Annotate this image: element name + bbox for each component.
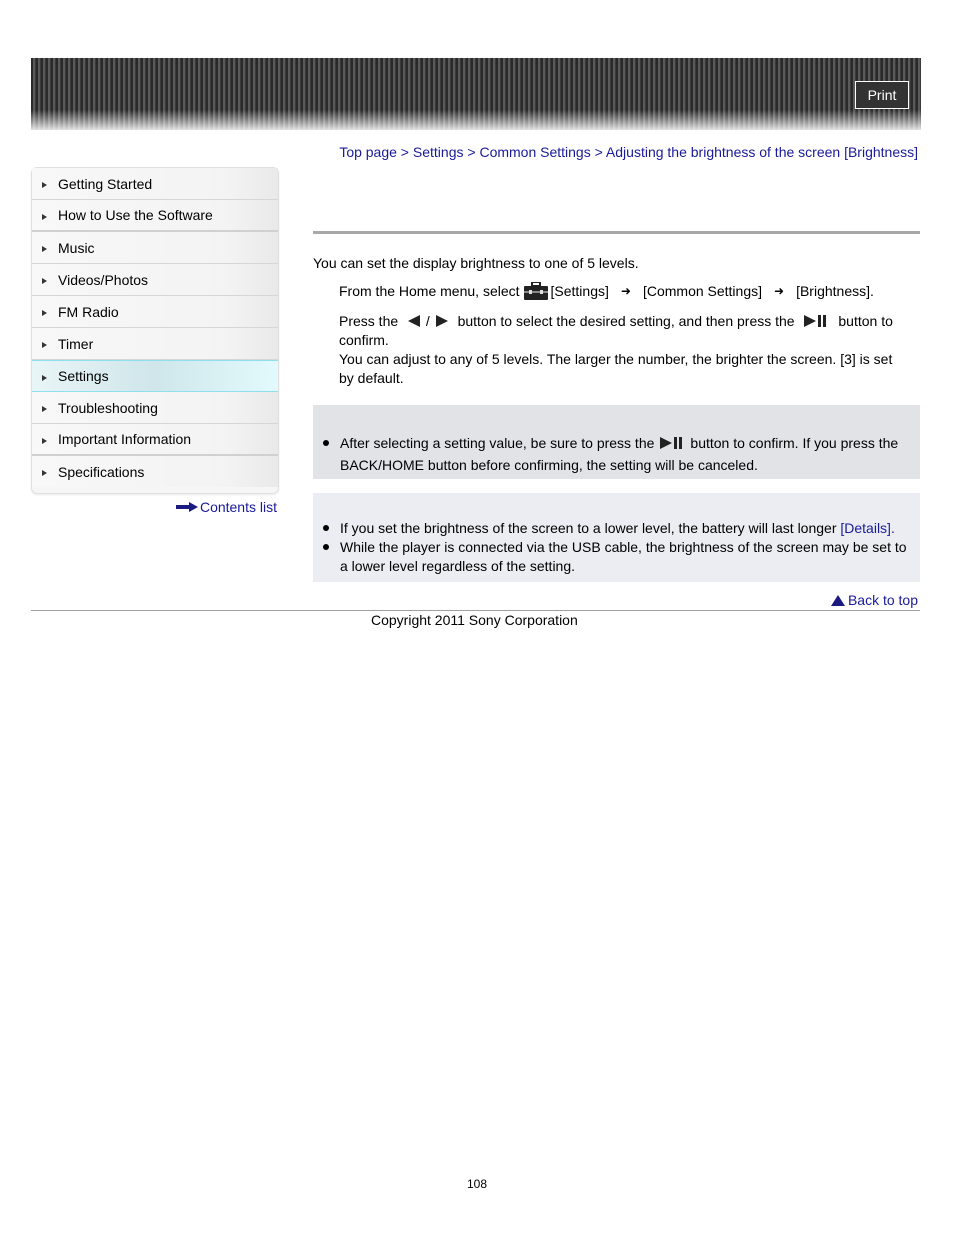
step-1-prefix: From the Home menu, select [339, 283, 520, 299]
play-pause-icon [660, 437, 683, 449]
sidebar-nav: Getting Started How to Use the Software … [31, 167, 279, 494]
breadcrumb: Top page > Settings > Common Settings > … [339, 144, 918, 160]
hint-item: If you set the brightness of the screen … [313, 519, 913, 538]
note-text-1: After selecting a setting value, be sure… [340, 435, 655, 451]
hint-period: . [890, 520, 895, 536]
hint-box: If you set the brightness of the screen … [313, 493, 920, 582]
step-2: Press the / button to select the desired… [339, 312, 909, 388]
note-list: After selecting a setting value, be sure… [313, 432, 913, 476]
sidebar-item-label: Important Information [58, 431, 192, 447]
step-1-settings: [Settings] [550, 283, 609, 299]
step-2-text-2: button to select the desired setting, an… [457, 313, 795, 329]
slash: / [425, 313, 430, 329]
sidebar-item-label: Troubleshooting [58, 399, 158, 416]
step-1: From the Home menu, select [Settings] ➜ … [339, 282, 874, 300]
intro-text: You can set the display brightness to on… [313, 255, 639, 271]
header-banner [31, 58, 921, 130]
hint-list: If you set the brightness of the screen … [313, 519, 913, 576]
triangle-right-icon [42, 182, 47, 188]
step-2-description: You can adjust to any of 5 levels. The l… [339, 351, 893, 386]
sidebar-item-label: FM Radio [58, 303, 119, 320]
step-2-text-1: Press the [339, 313, 399, 329]
sidebar-item-label: Music [58, 239, 95, 256]
sidebar-item-label: Timer [58, 335, 94, 352]
note-box: After selecting a setting value, be sure… [313, 405, 920, 479]
note-item: After selecting a setting value, be sure… [313, 432, 913, 476]
contents-list-link[interactable]: Contents list [175, 499, 277, 515]
hint-text: If you set the brightness of the screen … [340, 520, 837, 536]
sidebar-item-specifications[interactable]: Specifications [32, 456, 278, 487]
sidebar-item-fm-radio[interactable]: FM Radio [32, 296, 278, 328]
arrow-right-icon [175, 502, 198, 512]
sidebar-item-important-information[interactable]: Important Information [32, 424, 278, 456]
breadcrumb-separator: > [463, 144, 480, 160]
triangle-right-icon [42, 470, 47, 476]
triangle-right-icon [42, 213, 47, 220]
footer-divider [31, 610, 920, 611]
contents-list-label: Contents list [199, 499, 277, 515]
breadcrumb-current-page[interactable]: Adjusting the brightness of the screen [… [606, 144, 918, 160]
triangle-right-icon [42, 278, 47, 284]
sidebar-item-timer[interactable]: Timer [32, 328, 278, 360]
triangle-up-icon [830, 594, 845, 606]
triangle-right-icon [42, 437, 47, 444]
print-button[interactable]: Print [855, 81, 909, 109]
breadcrumb-separator: > [590, 144, 606, 160]
triangle-right-icon [42, 406, 47, 412]
copyright: Copyright 2011 Sony Corporation [371, 612, 578, 628]
play-pause-icon [804, 315, 827, 327]
triangle-right-icon [42, 246, 47, 252]
settings-toolbox-icon [523, 282, 548, 300]
right-button-icon [435, 315, 448, 327]
breadcrumb-separator: > [396, 144, 413, 160]
sidebar-item-getting-started[interactable]: Getting Started [32, 168, 278, 200]
sidebar-item-settings[interactable]: Settings [32, 360, 278, 392]
back-to-top-label: Back to top [847, 592, 918, 608]
title-divider [313, 231, 920, 234]
sidebar-item-label: Videos/Photos [58, 271, 149, 288]
details-link[interactable]: [Details] [840, 520, 891, 536]
breadcrumb-common-settings[interactable]: Common Settings [479, 144, 590, 160]
breadcrumb-top-page[interactable]: Top page [339, 144, 397, 160]
sidebar-item-label: How to Use the Software [58, 207, 213, 223]
sidebar-item-troubleshooting[interactable]: Troubleshooting [32, 392, 278, 424]
arrow-right-icon: ➜ [620, 284, 631, 298]
triangle-right-icon [42, 374, 47, 381]
arrow-right-icon: ➜ [774, 284, 785, 298]
hint-item: While the player is connected via the US… [313, 538, 913, 576]
page-number: 108 [466, 1177, 488, 1191]
step-1-common-settings: [Common Settings] [642, 283, 763, 299]
breadcrumb-settings[interactable]: Settings [413, 144, 464, 160]
step-1-brightness: [Brightness]. [796, 283, 874, 299]
left-button-icon [408, 315, 421, 327]
sidebar-item-videos-photos[interactable]: Videos/Photos [32, 264, 278, 296]
sidebar-item-label: Specifications [58, 463, 145, 480]
back-to-top-link[interactable]: Back to top [830, 592, 918, 608]
triangle-right-icon [42, 342, 47, 348]
sidebar-item-label: Getting Started [58, 175, 153, 192]
sidebar-item-how-to-use-software[interactable]: How to Use the Software [32, 200, 278, 232]
sidebar-item-music[interactable]: Music [32, 232, 278, 264]
sidebar-item-label: Settings [58, 368, 109, 384]
triangle-right-icon [42, 310, 47, 316]
